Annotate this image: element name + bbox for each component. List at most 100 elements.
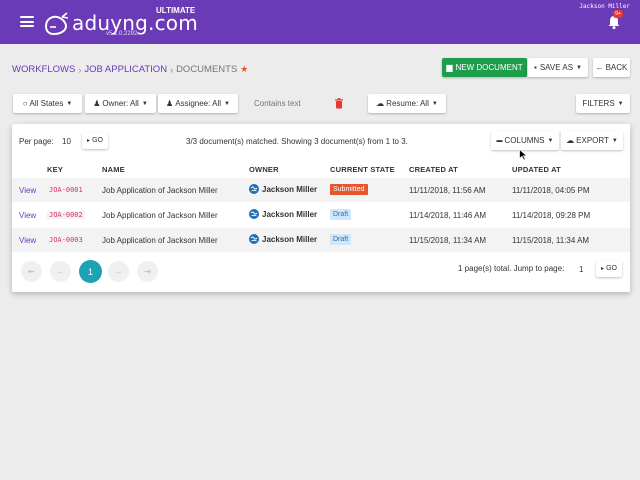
back-button[interactable]: ← BACK xyxy=(593,58,630,77)
owner-cell: Jackson Miller xyxy=(249,209,317,219)
last-page-button[interactable]: ⇥ xyxy=(137,261,158,282)
page-button-current[interactable]: 1 xyxy=(79,260,102,283)
breadcrumb-current: DOCUMENTS xyxy=(176,64,238,75)
column-header-key[interactable]: KEY xyxy=(47,165,63,174)
notification-badge: 9+ xyxy=(613,10,624,18)
caret-down-icon: ▼ xyxy=(611,137,618,144)
owner-cell: Jackson Miller xyxy=(249,234,317,244)
status-badge: Submitted xyxy=(330,184,368,195)
username[interactable]: Jackson Miller xyxy=(579,3,630,10)
status-badge: Draft xyxy=(330,234,352,245)
breadcrumb-job-application[interactable]: JOB APPLICATION xyxy=(84,64,167,75)
per-page-label: Per page: xyxy=(19,137,54,146)
save-icon: ▪ xyxy=(534,63,537,72)
per-page-go-button[interactable]: ▸ GO xyxy=(82,132,108,149)
column-header-updated-at[interactable]: UPDATED AT xyxy=(512,165,561,174)
jump-go-button[interactable]: ▸ GO xyxy=(596,260,622,277)
new-document-button[interactable]: ▆ NEW DOCUMENT xyxy=(442,58,527,77)
save-as-label: SAVE AS xyxy=(539,63,574,72)
jump-to-page-input[interactable]: 1 xyxy=(579,265,583,274)
updated-at: 11/14/2018, 09:28 PM xyxy=(512,211,591,220)
caret-down-icon: ▼ xyxy=(224,100,230,107)
chevron-right-icon: ▸ xyxy=(87,138,91,144)
user-icon: ♟ xyxy=(93,99,101,108)
table-row: View JOA-0002 Job Application of Jackson… xyxy=(12,203,630,227)
view-link[interactable]: View xyxy=(19,211,36,220)
app-logo[interactable]: aduyng.com ULTIMATE v5.1.0.2292 xyxy=(44,6,198,40)
column-header-owner[interactable]: OWNER xyxy=(249,165,279,174)
chevron-right-icon: › xyxy=(170,64,174,75)
arrow-right-icon: → xyxy=(114,267,123,276)
globe-avatar-icon xyxy=(249,184,259,194)
filters-label: FILTERS xyxy=(582,99,615,108)
arrow-left-icon: ← xyxy=(56,267,65,276)
app-version: v5.1.0.2292 xyxy=(106,31,138,37)
assignee-filter[interactable]: ♟ Assignee: All ▼ xyxy=(158,94,238,113)
save-as-button[interactable]: ▪ SAVE AS ▼ xyxy=(527,58,588,77)
chevron-right-icon: › xyxy=(78,64,82,75)
created-at: 11/14/2018, 11:46 AM xyxy=(409,211,487,220)
updated-at: 11/15/2018, 11:34 AM xyxy=(512,236,590,245)
caret-down-icon: ▼ xyxy=(66,100,73,107)
breadcrumb: WORKFLOWS › JOB APPLICATION › DOCUMENTS … xyxy=(12,64,248,75)
column-header-name[interactable]: NAME xyxy=(102,165,125,174)
first-page-button[interactable]: ⇤ xyxy=(21,261,42,282)
whale-logo-icon xyxy=(44,12,69,36)
users-icon: ♟ xyxy=(166,99,174,108)
new-document-label: NEW DOCUMENT xyxy=(455,63,523,72)
next-page-button[interactable]: → xyxy=(108,261,129,282)
previous-page-button[interactable]: ← xyxy=(50,261,71,282)
assignee-filter-label: Assignee: All xyxy=(175,99,222,108)
created-at: 11/15/2018, 11:34 AM xyxy=(409,236,487,245)
columns-icon: ▬ xyxy=(496,137,503,144)
caret-down-icon: ▼ xyxy=(431,100,438,107)
status-badge: Draft xyxy=(330,209,352,220)
column-header-current-state[interactable]: CURRENT STATE xyxy=(330,165,395,174)
document-name: Job Application of Jackson Miller xyxy=(102,211,218,220)
trash-icon[interactable] xyxy=(334,98,344,109)
cloud-download-icon: ☁ xyxy=(566,136,575,145)
owner-name: Jackson Miller xyxy=(262,184,318,194)
last-page-icon: ⇥ xyxy=(144,267,151,276)
circle-icon: ○ xyxy=(22,99,28,108)
chevron-right-icon: ▸ xyxy=(601,266,605,272)
export-button[interactable]: ☁ EXPORT ▼ xyxy=(561,131,623,150)
owner-filter[interactable]: ♟ Owner: All ▼ xyxy=(85,94,156,113)
caret-down-icon: ▼ xyxy=(617,100,624,107)
document-name: Job Application of Jackson Miller xyxy=(102,186,218,195)
match-summary: 3/3 document(s) matched. Showing 3 docum… xyxy=(186,137,408,146)
filters-button[interactable]: FILTERS ▼ xyxy=(576,94,630,113)
text-search-input[interactable] xyxy=(254,96,332,112)
owner-cell: Jackson Miller xyxy=(249,184,317,194)
logo-tier: ULTIMATE xyxy=(156,6,196,15)
view-link[interactable]: View xyxy=(19,236,36,245)
created-at: 11/11/2018, 11:56 AM xyxy=(409,186,486,195)
resume-filter[interactable]: ☁ Resume: All ▼ xyxy=(368,94,446,113)
states-filter[interactable]: ○ All States ▼ xyxy=(13,94,82,113)
column-header-created-at[interactable]: CREATED AT xyxy=(409,165,458,174)
per-page-input[interactable]: 10 xyxy=(62,137,71,146)
cloud-icon: ☁ xyxy=(376,99,385,108)
app-header: aduyng.com ULTIMATE v5.1.0.2292 Jackson … xyxy=(0,0,640,44)
caret-down-icon: ▼ xyxy=(547,137,554,144)
star-icon[interactable]: ★ xyxy=(240,64,248,75)
document-key: JOA-0002 xyxy=(47,211,85,219)
owner-name: Jackson Miller xyxy=(262,234,318,244)
first-page-icon: ⇤ xyxy=(28,267,35,276)
breadcrumb-workflows[interactable]: WORKFLOWS xyxy=(12,64,75,75)
globe-avatar-icon xyxy=(249,234,259,244)
columns-button[interactable]: ▬ COLUMNS ▼ xyxy=(491,131,559,150)
document-name: Job Application of Jackson Miller xyxy=(102,236,218,245)
states-filter-label: All States xyxy=(29,99,64,108)
document-icon: ▆ xyxy=(446,63,453,72)
columns-label: COLUMNS xyxy=(504,136,545,145)
globe-avatar-icon xyxy=(249,209,259,219)
table-header: KEY NAME OWNER CURRENT STATE CREATED AT … xyxy=(12,160,630,180)
table-row: View JOA-0003 Job Application of Jackson… xyxy=(12,228,630,252)
go-label: GO xyxy=(92,137,103,144)
menu-icon[interactable] xyxy=(20,16,34,27)
view-link[interactable]: View xyxy=(19,186,36,195)
back-label: BACK xyxy=(605,63,628,72)
table-row: View JOA-0001 Job Application of Jackson… xyxy=(12,178,630,202)
resume-filter-label: Resume: All xyxy=(386,99,429,108)
